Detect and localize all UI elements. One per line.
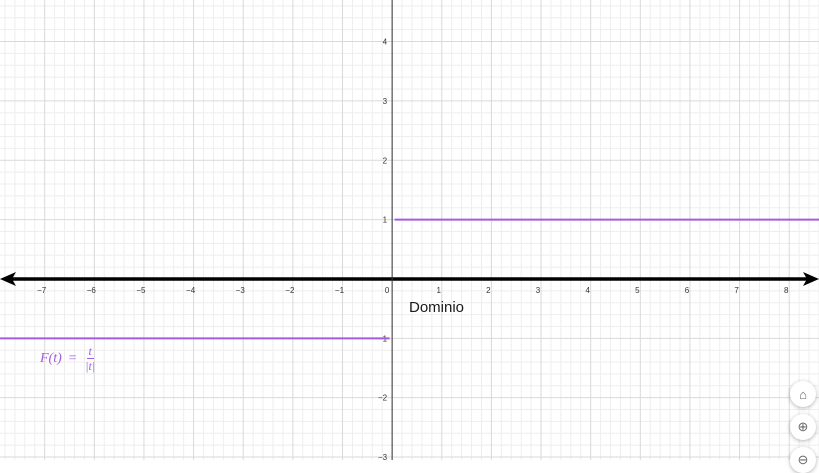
x-tick-label: 4 — [585, 286, 590, 295]
x-tick-label: 8 — [784, 286, 789, 295]
minor-grid — [0, 0, 819, 460]
y-tick-label: 2 — [383, 156, 388, 165]
axes — [0, 0, 819, 460]
x-tick-label: −3 — [236, 286, 246, 295]
x-tick-label: 1 — [437, 286, 442, 295]
home-icon: ⌂ — [799, 386, 807, 402]
x-tick-label: −7 — [37, 286, 47, 295]
x-tick-label: −6 — [87, 286, 97, 295]
major-grid — [0, 0, 819, 460]
zoom-out-button[interactable]: ⊖ — [790, 447, 816, 473]
x-tick-label: −1 — [335, 286, 345, 295]
y-tick-label: −3 — [378, 453, 388, 460]
x-tick-label: 6 — [685, 286, 690, 295]
x-tick-label: −2 — [285, 286, 295, 295]
formula-denominator: |t| — [85, 359, 96, 373]
y-tick-label: 3 — [383, 97, 388, 106]
y-tick-label: 4 — [383, 38, 388, 47]
x-tick-label: 0 — [385, 286, 390, 295]
function-formula: F(t) = t |t| — [40, 344, 97, 373]
formula-equals: = — [67, 350, 78, 366]
x-axis-label: Dominio — [409, 299, 464, 316]
x-tick-label: −5 — [136, 286, 146, 295]
x-tick-label: −4 — [186, 286, 196, 295]
x-tick-label: 3 — [536, 286, 541, 295]
y-tick-label: −2 — [378, 394, 388, 403]
x-tick-label: 2 — [486, 286, 491, 295]
zoom-in-icon: ⊕ — [797, 419, 809, 434]
formula-numerator: t — [86, 344, 94, 359]
zoom-out-icon: ⊖ — [797, 452, 809, 467]
function-plot[interactable]: −7 −6 −5 −4 −3 −2 −1 0 1 2 3 4 5 6 7 84321−1−2−3 Domini… — [0, 0, 819, 460]
formula-fraction: t |t| — [83, 344, 97, 373]
y-tick-label: 1 — [383, 216, 388, 225]
x-tick-label: 5 — [635, 286, 640, 295]
zoom-in-button[interactable]: ⊕ — [790, 414, 816, 440]
home-button[interactable]: ⌂ — [790, 381, 816, 407]
formula-lhs: F(t) — [40, 350, 62, 366]
x-tick-label: 7 — [734, 286, 739, 295]
